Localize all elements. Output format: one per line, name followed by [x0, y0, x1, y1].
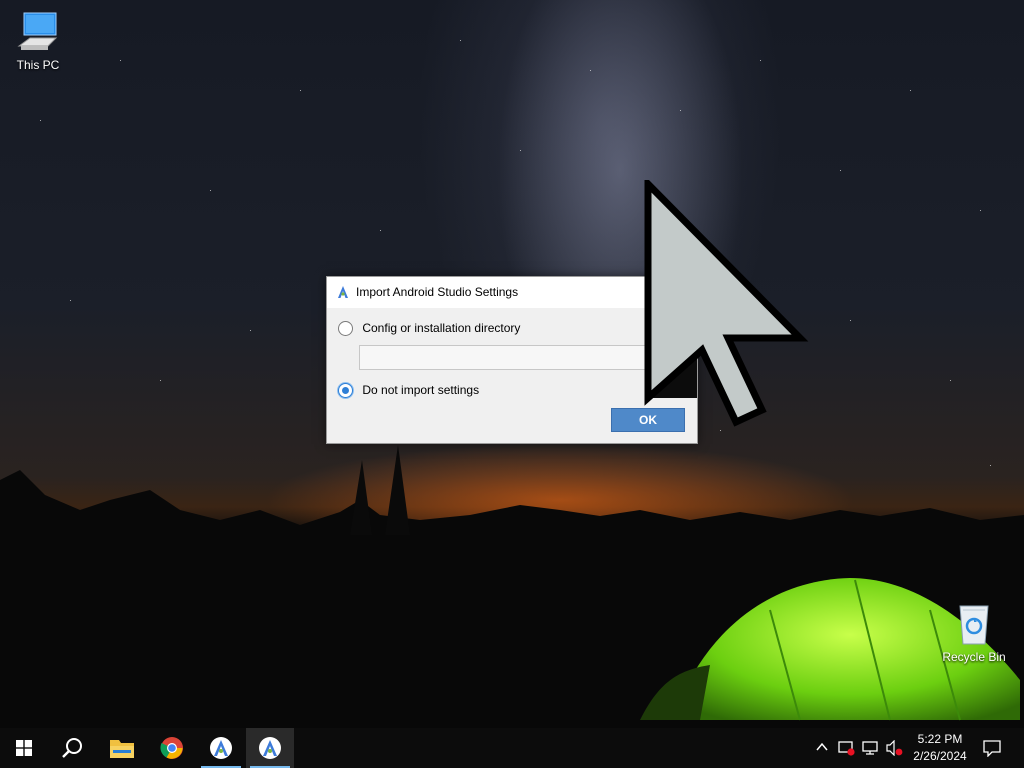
windows-logo-icon	[16, 740, 32, 756]
taskbar-chrome[interactable]	[148, 728, 196, 768]
directory-path-input[interactable]	[359, 345, 647, 370]
desktop-icon-recycle-bin[interactable]: Recycle Bin	[936, 602, 1012, 664]
radio-button-unchecked[interactable]	[338, 321, 353, 337]
taskbar-file-explorer[interactable]	[98, 728, 146, 768]
desktop-icon-label: Recycle Bin	[942, 650, 1006, 664]
computer-icon	[17, 12, 58, 50]
dialog-title: Import Android Studio Settings	[356, 285, 519, 299]
clock-date: 2/26/2024	[913, 749, 967, 763]
desktop-icon-label: This PC	[16, 58, 60, 72]
notification-icon[interactable]	[983, 740, 1001, 757]
radio-label: Do not import settings	[362, 383, 480, 397]
chrome-icon	[160, 737, 183, 759]
chevron-up-icon[interactable]	[816, 742, 828, 752]
radio-option-do-not-import[interactable]: Do not import settings	[338, 383, 480, 399]
radio-label: Config or installation directory	[362, 321, 521, 335]
large-mouse-pointer	[644, 180, 809, 427]
recycle-bin-icon	[959, 605, 989, 645]
folder-icon	[110, 740, 134, 758]
android-studio-icon	[259, 737, 281, 759]
radio-button-checked[interactable]	[338, 383, 353, 399]
radio-option-config-directory[interactable]: Config or installation directory	[338, 321, 521, 337]
android-studio-icon	[210, 737, 232, 759]
android-studio-icon	[338, 286, 348, 298]
taskbar-android-studio[interactable]	[197, 728, 245, 768]
search-icon	[62, 738, 82, 758]
network-icon[interactable]	[862, 740, 880, 756]
volume-muted-icon[interactable]	[886, 740, 904, 756]
tray-clock[interactable]: 5:22 PM 2/26/2024	[906, 731, 974, 765]
start-button[interactable]	[0, 728, 48, 768]
taskbar-android-studio-active[interactable]	[246, 728, 294, 768]
desktop: This PC Recycle Bin Import Android Studi…	[0, 0, 1024, 768]
security-alert-icon[interactable]	[838, 740, 856, 756]
desktop-icon-this-pc[interactable]: This PC	[0, 10, 76, 72]
clock-time: 5:22 PM	[917, 732, 963, 746]
search-button[interactable]	[48, 728, 96, 768]
taskbar: 5:22 PM 2/26/2024	[0, 728, 1024, 768]
